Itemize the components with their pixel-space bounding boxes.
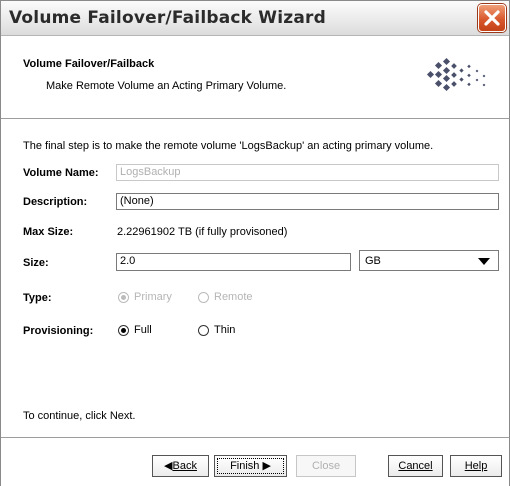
radio-icon[interactable]: [118, 324, 129, 336]
type-primary-radio: Primary: [118, 291, 172, 303]
type-remote-label: Remote: [214, 291, 253, 303]
description-label: Description:: [23, 196, 88, 208]
finish-button[interactable]: Finish ▶: [214, 455, 287, 477]
window-title: Volume Failover/Failback Wizard: [9, 8, 327, 28]
wizard-footer: ◀Back Finish ▶ Close Cancel Help: [1, 437, 509, 486]
continue-hint: To continue, click Next.: [23, 410, 136, 422]
arrow-right-icon: ▶: [262, 460, 271, 472]
radio-icon: [118, 291, 129, 303]
finish-button-label: Finish: [230, 460, 260, 472]
type-remote-radio: Remote: [198, 291, 253, 303]
type-primary-label: Primary: [134, 291, 172, 303]
provisioning-thin-radio[interactable]: Thin: [198, 324, 235, 336]
type-label: Type:: [23, 292, 52, 304]
close-x-icon: [484, 10, 500, 26]
back-button-label: Back: [172, 460, 197, 472]
size-input[interactable]: 2.0: [116, 253, 351, 271]
back-button[interactable]: ◀Back: [152, 455, 209, 477]
provisioning-label: Provisioning:: [23, 325, 94, 337]
close-button: Close: [296, 455, 356, 477]
description-field[interactable]: (None): [116, 193, 499, 210]
radio-icon[interactable]: [198, 324, 209, 336]
volume-name-label: Volume Name:: [23, 167, 99, 179]
radio-icon: [198, 291, 209, 303]
wizard-header: Volume Failover/Failback Make Remote Vol…: [1, 36, 509, 119]
close-window-button[interactable]: [478, 4, 506, 32]
diamond-dots-logo-icon: [426, 57, 486, 92]
intro-text: The final step is to make the remote vol…: [23, 140, 434, 152]
wizard-body: The final step is to make the remote vol…: [1, 119, 509, 436]
max-size-value: 2.22961902 TB (if fully provisoned): [117, 226, 288, 238]
cancel-button-label: Cancel: [398, 460, 433, 472]
header-subtitle: Make Remote Volume an Acting Primary Vol…: [46, 80, 287, 92]
volume-name-field: LogsBackup: [116, 164, 499, 181]
size-label: Size:: [23, 257, 49, 269]
chevron-down-icon: [478, 258, 490, 265]
help-button[interactable]: Help: [450, 455, 502, 477]
title-bar[interactable]: Volume Failover/Failback Wizard: [1, 1, 509, 36]
provisioning-full-radio[interactable]: Full: [118, 324, 152, 336]
arrow-left-icon: ◀: [164, 460, 173, 472]
help-button-label: Help: [464, 460, 488, 472]
cancel-button[interactable]: Cancel: [388, 455, 443, 477]
size-unit-select[interactable]: GB: [359, 250, 499, 271]
provisioning-thin-label[interactable]: Thin: [214, 324, 235, 336]
provisioning-full-label[interactable]: Full: [134, 324, 152, 336]
wizard-window: Volume Failover/Failback Wizard Volume F…: [0, 0, 510, 486]
header-title: Volume Failover/Failback: [23, 58, 155, 70]
size-unit-value: GB: [365, 255, 381, 267]
max-size-label: Max Size:: [23, 226, 74, 238]
